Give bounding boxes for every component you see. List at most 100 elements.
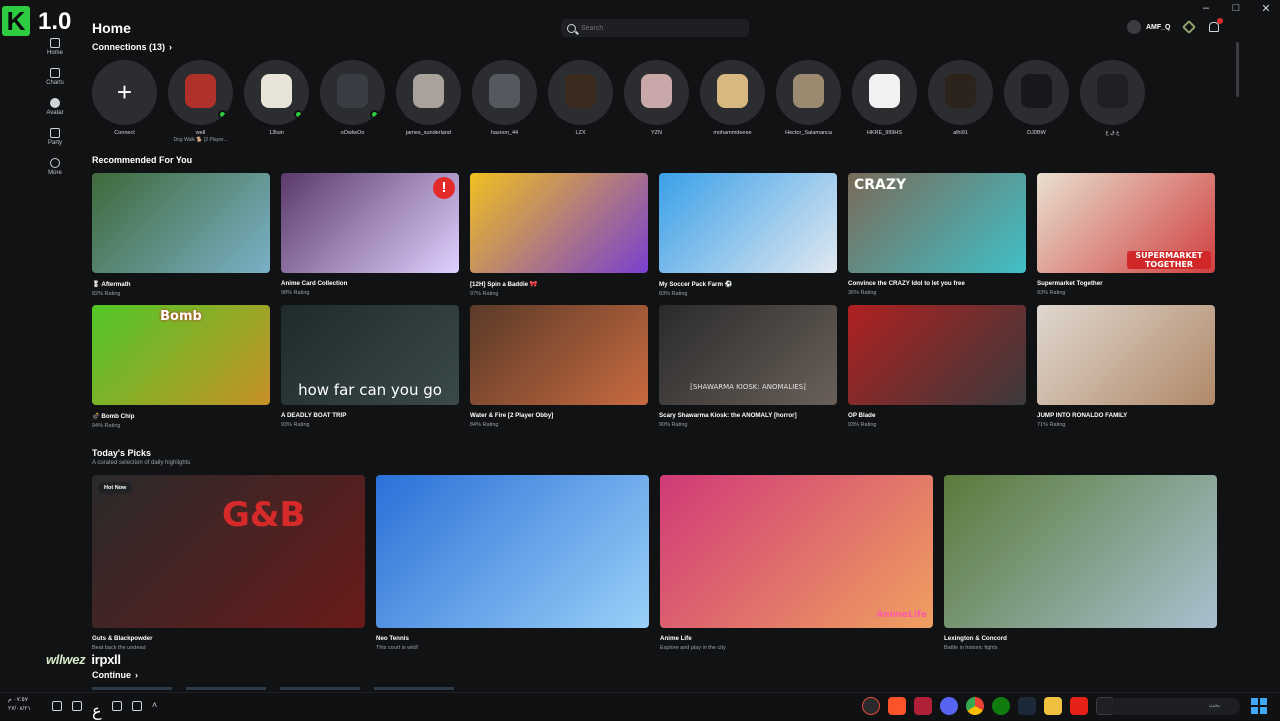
connection-item[interactable]: well Dog Walk 🐕 [2 Player... [168, 60, 233, 143]
roblox-studio-icon[interactable] [914, 697, 932, 715]
brave-browser-icon[interactable] [888, 697, 906, 715]
language-indicator[interactable]: ع [92, 701, 102, 720]
game-thumbnail[interactable]: Bomb [92, 305, 270, 405]
rail-item-party[interactable]: Party [40, 128, 70, 158]
game-title: Supermarket Together [1037, 280, 1103, 287]
search-input[interactable] [581, 24, 731, 32]
game-card[interactable]: how far can you go A DEADLY BOAT TRIP 93% … [281, 305, 459, 429]
game-thumbnail[interactable]: SUPERMARKET TOGETHER [1037, 173, 1215, 273]
pick-card[interactable]: AnimeLife Anime Life Explore and play in t… [660, 475, 933, 651]
connection-item[interactable]: james_sunderland [396, 60, 461, 143]
connection-item[interactable]: HKRE_999HS [852, 60, 917, 143]
display-icon[interactable] [72, 701, 82, 711]
rail-item-charts[interactable]: Charts [40, 68, 70, 98]
connection-item[interactable]: alhi91 [928, 60, 993, 143]
connection-avatar[interactable] [472, 60, 537, 125]
game-thumbnail[interactable]: ! [281, 173, 459, 273]
discord-icon[interactable] [940, 697, 958, 715]
pick-thumbnail[interactable] [944, 475, 1217, 628]
connection-item[interactable]: oOwlwOo [320, 60, 385, 143]
scrollbar-thumb[interactable] [1236, 42, 1239, 97]
connection-item[interactable]: 13luin [244, 60, 309, 143]
game-card[interactable]: SUPERMARKET TOGETHER Supermarket Together… [1037, 173, 1215, 297]
game-card[interactable]: [12H] Spin a Baddie 🎀 97% Rating [470, 173, 648, 297]
connection-avatar[interactable] [548, 60, 613, 125]
avatar-head [717, 74, 748, 108]
chevron-up-icon[interactable]: ˄ [152, 701, 162, 711]
connection-avatar[interactable] [776, 60, 841, 125]
connection-item[interactable]: LZX [548, 60, 613, 143]
rail-item-avatar[interactable]: Avatar [40, 98, 70, 128]
connection-avatar[interactable] [1080, 60, 1145, 125]
pick-thumbnail[interactable]: AnimeLife [660, 475, 933, 628]
minimize-button[interactable]: – [1200, 2, 1212, 15]
game-thumbnail[interactable] [470, 173, 648, 273]
close-button[interactable]: ✕ [1260, 2, 1272, 15]
game-card[interactable]: My Soccer Pack Farm ⚽ 83% Rating [659, 173, 837, 297]
youtube-icon[interactable] [1070, 697, 1088, 715]
connection-avatar[interactable] [244, 60, 309, 125]
game-thumbnail[interactable] [848, 305, 1026, 405]
file-explorer-icon[interactable] [1044, 697, 1062, 715]
connect-button[interactable]: + Connect [92, 60, 157, 143]
user-avatar[interactable] [1127, 20, 1141, 34]
connection-item[interactable]: YZN [624, 60, 689, 143]
game-card[interactable]: CRAZY Convince the CRAZY Idol to let you … [848, 173, 1026, 297]
mic-icon[interactable] [112, 701, 122, 711]
game-card[interactable]: [SHAWARMA KIOSK: ANOMALIES] Scary Shawarm… [659, 305, 837, 429]
taskbar-search[interactable]: بحث [1110, 698, 1240, 715]
game-thumbnail[interactable]: CRAZY [848, 173, 1026, 273]
connections-heading[interactable]: Connections (13) › [92, 42, 172, 52]
game-card[interactable]: ! Anime Card Collection 98% Rating [281, 173, 459, 297]
connection-avatar[interactable] [624, 60, 689, 125]
network-icon[interactable] [132, 701, 142, 711]
connection-item[interactable]: Hector_Salamanca [776, 60, 841, 143]
volume-icon[interactable] [52, 701, 62, 711]
game-card[interactable]: Bomb 💣 Bomb Chip 94% Rating [92, 305, 270, 429]
game-thumbnail[interactable]: how far can you go [281, 305, 459, 405]
connection-item[interactable]: DJ0BW [1004, 60, 1069, 143]
continue-card[interactable] [280, 687, 360, 690]
steam-icon[interactable] [1018, 697, 1036, 715]
connection-item[interactable]: hasoon_44 [472, 60, 537, 143]
connection-item[interactable]: mohammdeeee [700, 60, 765, 143]
game-thumbnail[interactable] [659, 173, 837, 273]
game-card[interactable]: JUMP INTO RONALDO FAMILY 71% Rating [1037, 305, 1215, 429]
game-card[interactable]: OP Blade 93% Rating [848, 305, 1026, 429]
pick-thumbnail[interactable] [376, 475, 649, 628]
username[interactable]: AMF_Q [1146, 24, 1171, 31]
rail-item-more[interactable]: More [40, 158, 70, 188]
game-thumbnail[interactable] [470, 305, 648, 405]
connection-avatar[interactable] [168, 60, 233, 125]
connection-avatar[interactable] [320, 60, 385, 125]
continue-heading[interactable]: Continue › [92, 670, 138, 680]
search-bar[interactable] [561, 19, 749, 37]
pick-card[interactable]: Hot Now G&B Guts & Blackpowder Beat back th… [92, 475, 365, 651]
connection-avatar[interactable] [1004, 60, 1069, 125]
maximize-button[interactable]: □ [1230, 2, 1242, 15]
continue-card[interactable] [186, 687, 266, 690]
game-thumbnail[interactable]: [SHAWARMA KIOSK: ANOMALIES] [659, 305, 837, 405]
connection-item[interactable]: ع ق غ [1080, 60, 1145, 143]
pick-thumbnail[interactable]: Hot Now G&B [92, 475, 365, 628]
notification-bell-icon[interactable] [1208, 18, 1223, 32]
record-app-icon[interactable] [862, 697, 880, 715]
windows-start-icon[interactable] [1251, 698, 1267, 714]
chrome-icon[interactable] [966, 697, 984, 715]
connection-avatar[interactable] [852, 60, 917, 125]
pick-card[interactable]: Lexington & Concord Battle in historic fi… [944, 475, 1217, 651]
game-card[interactable]: Water & Fire [2 Player Obby] 84% Rating [470, 305, 648, 429]
clock[interactable]: ٠٧:٥٧ م ٢٧/٠٨/٢١ [8, 696, 31, 714]
game-thumbnail[interactable] [92, 173, 270, 273]
connection-avatar[interactable] [700, 60, 765, 125]
continue-card[interactable] [374, 687, 454, 690]
robux-icon[interactable] [1181, 19, 1196, 35]
game-thumbnail[interactable] [1037, 305, 1215, 405]
rail-item-home[interactable]: Home [40, 38, 70, 68]
pick-card[interactable]: Neo Tennis This court is wild! [376, 475, 649, 651]
continue-card[interactable] [92, 687, 172, 690]
xbox-icon[interactable] [992, 697, 1010, 715]
connection-avatar[interactable] [928, 60, 993, 125]
connection-avatar[interactable] [396, 60, 461, 125]
game-card[interactable]: 🎖 Aftermath 82% Rating [92, 173, 270, 297]
